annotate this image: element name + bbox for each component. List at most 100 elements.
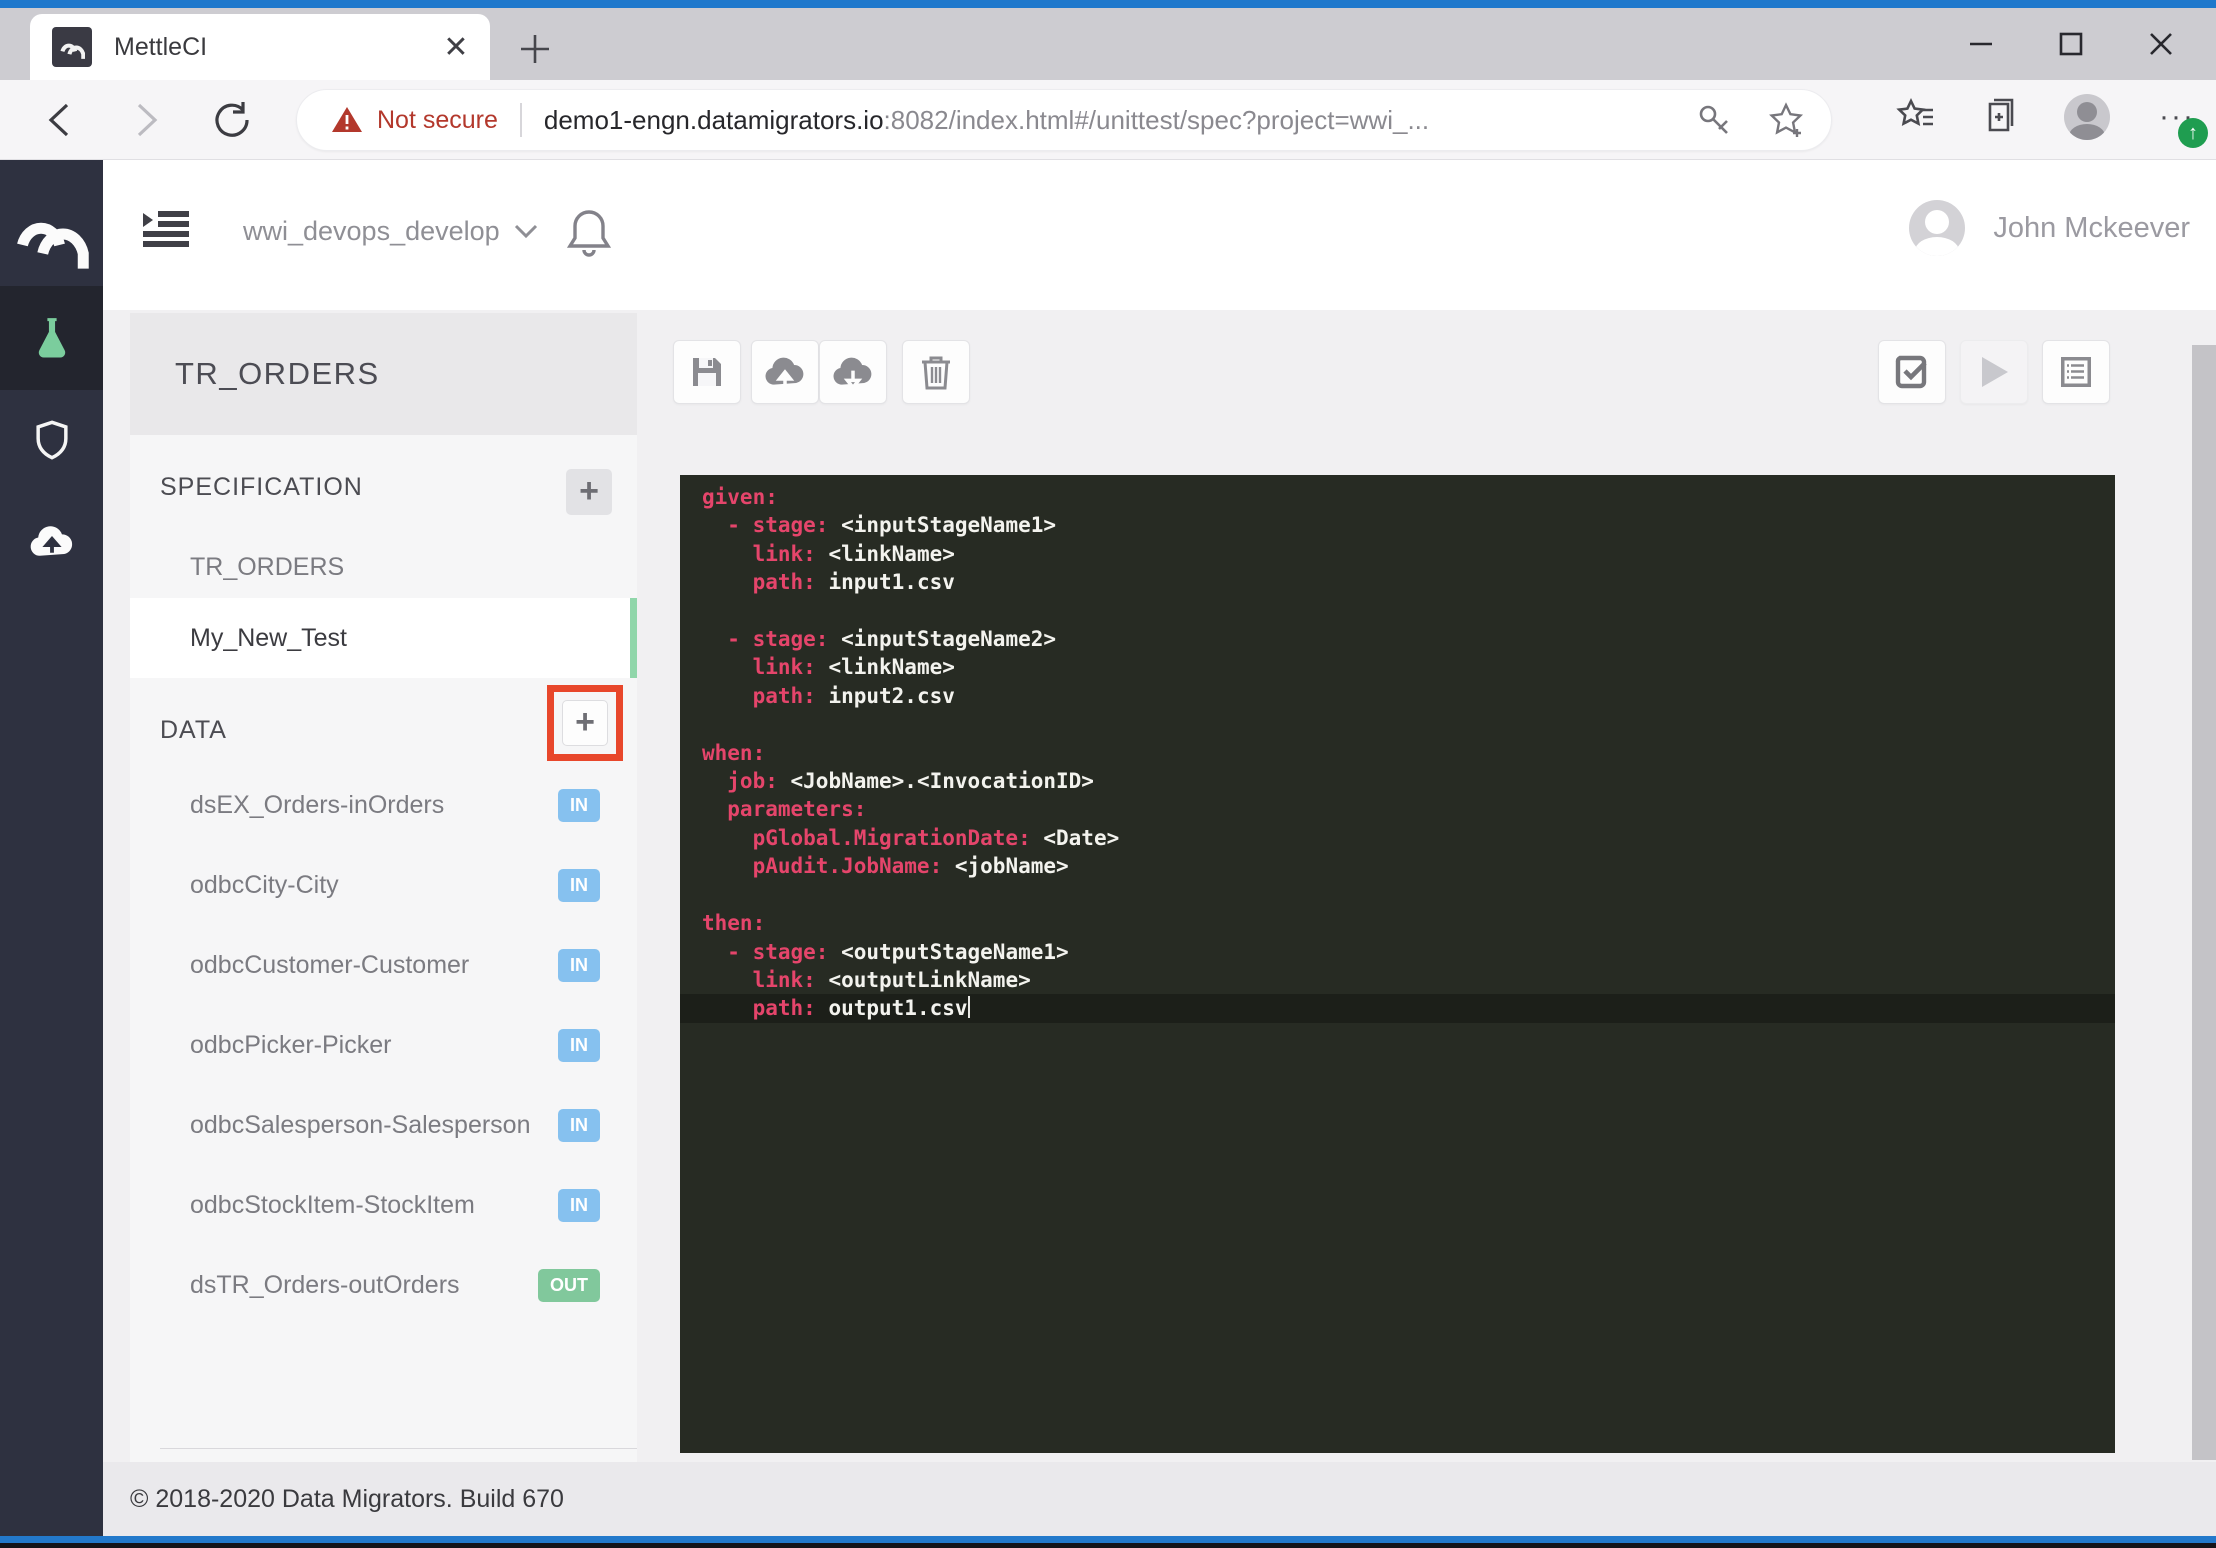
code-line: - stage: <inputStageName2> — [680, 625, 2115, 653]
favorites-bar-icon[interactable] — [1896, 96, 1938, 138]
rail-item-compliance[interactable] — [0, 388, 103, 492]
bottom-accent-bar — [0, 1536, 2216, 1543]
user-name: John Mckeever — [1993, 212, 2190, 245]
add-data-button[interactable]: + — [562, 700, 608, 746]
url-path: :8082/index.html#/unittest/spec?project=… — [884, 105, 1430, 135]
panel-divider — [160, 1448, 637, 1449]
io-badge: IN — [558, 1109, 600, 1142]
new-tab-button[interactable] — [512, 26, 558, 72]
specification-item[interactable]: TR_ORDERS — [130, 538, 637, 596]
data-item[interactable]: odbcCity-City IN — [130, 845, 637, 925]
password-key-icon[interactable] — [1695, 101, 1733, 139]
io-badge: IN — [558, 1189, 600, 1222]
rail-item-unit-test[interactable] — [0, 286, 103, 390]
browser-profile-avatar[interactable] — [2064, 94, 2110, 140]
specification-item[interactable]: My_New_Test — [130, 598, 637, 678]
code-line: link: <linkName> — [680, 653, 2115, 681]
download-button[interactable] — [819, 340, 887, 404]
text-cursor — [968, 996, 970, 1018]
code-line: then: — [680, 909, 2115, 937]
cloud-upload-icon — [29, 525, 75, 559]
list-report-icon — [2058, 354, 2094, 390]
code-line: pGlobal.MigrationDate: <Date> — [680, 824, 2115, 852]
mettleci-logo — [14, 196, 90, 272]
project-selector[interactable]: wwi_devops_develop — [243, 216, 538, 247]
project-name: wwi_devops_develop — [243, 216, 500, 247]
app-footer: © 2018-2020 Data Migrators. Build 670 — [103, 1462, 2216, 1536]
trash-icon — [920, 354, 952, 390]
save-button[interactable] — [673, 340, 741, 404]
panel-body: SPECIFICATION + TR_ORDERS My_New_Test DA… — [130, 435, 637, 1462]
code-line: - stage: <inputStageName1> — [680, 511, 2115, 539]
url-text[interactable]: demo1-engn.datamigrators.io:8082/index.h… — [544, 105, 1695, 136]
io-badge: OUT — [538, 1269, 600, 1302]
add-specification-button[interactable]: + — [566, 469, 612, 515]
flask-icon — [30, 315, 74, 361]
data-item[interactable]: dsEX_Orders-inOrders IN — [130, 765, 637, 845]
io-badge: IN — [558, 1029, 600, 1062]
delete-button[interactable] — [902, 340, 970, 404]
spec-editor[interactable]: given: - stage: <inputStageName1> link: … — [680, 475, 2115, 1453]
refresh-icon[interactable] — [208, 96, 256, 144]
browser-tab[interactable]: MettleCI ✕ — [30, 14, 490, 80]
data-item-label: dsEX_Orders-inOrders — [190, 791, 558, 820]
check-square-icon — [1894, 354, 1930, 390]
menu-indent-icon[interactable] — [143, 210, 189, 248]
mettleci-favicon — [52, 27, 92, 67]
code-line: path: output1.csv — [680, 994, 2115, 1022]
window-controls — [1936, 18, 2206, 70]
panel-title: TR_ORDERS — [175, 356, 380, 392]
code-line — [680, 881, 2115, 909]
data-item-label: dsTR_Orders-outOrders — [190, 1271, 538, 1300]
io-badge: IN — [558, 869, 600, 902]
data-item[interactable]: odbcSalesperson-Salesperson IN — [130, 1085, 637, 1165]
validate-button[interactable] — [1878, 340, 1946, 404]
code-line: path: input2.csv — [680, 682, 2115, 710]
specification-item-label: TR_ORDERS — [190, 553, 344, 582]
data-item[interactable]: dsTR_Orders-outOrders OUT — [130, 1245, 637, 1325]
maximize-icon[interactable] — [2026, 18, 2116, 70]
user-menu[interactable]: John Mckeever — [1909, 200, 2190, 256]
code-line: parameters: — [680, 795, 2115, 823]
security-warning-icon — [331, 106, 363, 134]
code-line: pAudit.JobName: <jobName> — [680, 852, 2115, 880]
browser-tabstrip: MettleCI ✕ — [0, 8, 2216, 80]
app-header: wwi_devops_develop John Mckeever — [103, 160, 2216, 310]
code-line — [680, 710, 2115, 738]
code-line: job: <JobName>.<InvocationID> — [680, 767, 2115, 795]
section-data-label: DATA — [160, 716, 227, 745]
notifications-bell-icon[interactable] — [565, 206, 613, 260]
play-icon — [1978, 355, 2010, 389]
forward-icon — [122, 96, 170, 144]
panel-header: TR_ORDERS — [130, 313, 637, 435]
code-line: path: input1.csv — [680, 568, 2115, 596]
window-top-accent — [0, 0, 2216, 8]
report-button[interactable] — [2042, 340, 2110, 404]
close-window-icon[interactable] — [2116, 18, 2206, 70]
data-item[interactable]: odbcCustomer-Customer IN — [130, 925, 637, 1005]
footer-text: © 2018-2020 Data Migrators. Build 670 — [130, 1485, 564, 1514]
code-line: link: <linkName> — [680, 540, 2115, 568]
browser-menu-button[interactable]: ··· ↑ — [2152, 92, 2202, 142]
plus-icon: + — [575, 705, 595, 739]
rail-item-deploy[interactable] — [0, 490, 103, 594]
upload-button[interactable] — [751, 340, 819, 404]
update-available-badge: ↑ — [2178, 118, 2208, 148]
minimize-icon[interactable] — [1936, 18, 2026, 70]
security-label[interactable]: Not secure — [377, 106, 498, 135]
address-bar[interactable]: Not secure demo1-engn.datamigrators.io:8… — [296, 89, 1832, 151]
collections-icon[interactable] — [1980, 96, 2022, 138]
url-separator — [520, 103, 522, 137]
section-specification-label: SPECIFICATION — [160, 473, 363, 502]
back-icon[interactable] — [36, 96, 84, 144]
code-line — [680, 597, 2115, 625]
cloud-upload-icon — [764, 356, 806, 388]
data-item[interactable]: odbcStockItem-StockItem IN — [130, 1165, 637, 1245]
code-line: link: <outputLinkName> — [680, 966, 2115, 994]
data-item-label: odbcStockItem-StockItem — [190, 1191, 558, 1220]
io-badge: IN — [558, 949, 600, 982]
tab-close-icon[interactable]: ✕ — [436, 27, 476, 67]
page-scrollbar[interactable] — [2192, 345, 2216, 1460]
add-favorite-star-icon[interactable] — [1767, 101, 1805, 139]
data-item[interactable]: odbcPicker-Picker IN — [130, 1005, 637, 1085]
